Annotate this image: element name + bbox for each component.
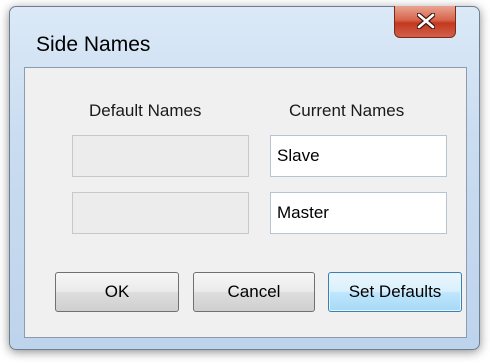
current-name-field-1[interactable]: Slave — [270, 135, 447, 177]
ok-button[interactable]: OK — [55, 272, 179, 312]
current-name-field-2[interactable]: Master — [270, 192, 447, 234]
dialog-content: Default Names Current Names Slave Master… — [24, 67, 467, 338]
current-names-header: Current Names — [289, 101, 405, 120]
close-button[interactable] — [394, 6, 456, 38]
close-icon — [417, 13, 435, 29]
default-name-field-1 — [72, 135, 249, 177]
default-names-header: Default Names — [89, 101, 202, 120]
default-name-field-2 — [72, 192, 249, 234]
dialog-window: Side Names Default Names Current Names S… — [9, 6, 480, 350]
window-title: Side Names — [36, 33, 151, 56]
set-defaults-button[interactable]: Set Defaults — [328, 272, 462, 312]
cancel-button[interactable]: Cancel — [193, 272, 315, 312]
